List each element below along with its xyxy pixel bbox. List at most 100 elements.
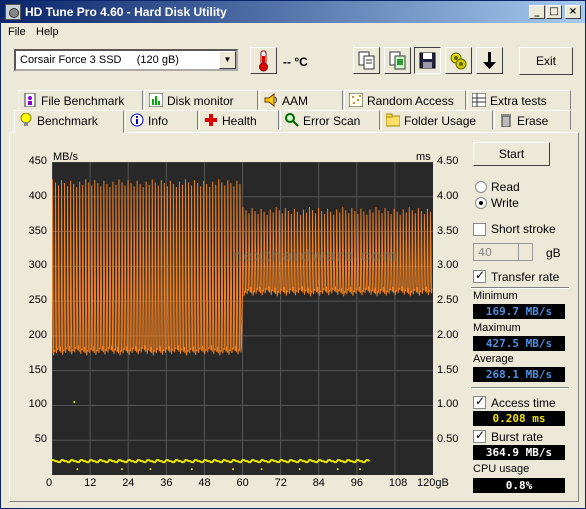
read-label: Read <box>491 180 520 194</box>
maximum-value: 427.5 MB/s <box>473 336 565 351</box>
app-window: HD Tune Pro 4.60 - Hard Disk Utility _ □… <box>0 0 586 509</box>
tab-info[interactable]: Info <box>125 110 198 130</box>
y-left-tick-label: 100 <box>28 398 47 411</box>
access-time-outlier <box>73 400 76 403</box>
short-stroke-label: Short stroke <box>491 222 556 236</box>
magnifier-icon <box>285 113 299 127</box>
transfer-rate-checkbox[interactable] <box>473 268 486 283</box>
benchmark-chart: nexthardware.com <box>51 161 433 475</box>
tab-random-access[interactable]: Random Access <box>344 90 466 110</box>
tab-label: Extra tests <box>490 94 547 108</box>
drive-select[interactable]: Corsair Force 3 SSD (120 gB) ▼ <box>14 49 238 71</box>
x-tick-label: 48 <box>198 477 211 489</box>
tab-label: Disk monitor <box>167 94 234 108</box>
access-time-point <box>76 468 79 471</box>
short-stroke-checkbox[interactable] <box>473 223 486 236</box>
minimum-label: Minimum <box>473 290 518 302</box>
copy-text-button[interactable] <box>353 47 380 74</box>
menu-help[interactable]: Help <box>36 26 59 38</box>
exit-button[interactable]: Exit <box>519 47 573 75</box>
y-left-tick-label: 250 <box>28 294 47 307</box>
disk-monitor-icon <box>149 93 163 107</box>
x-tick-label: 60 <box>236 477 249 489</box>
tab-erase[interactable]: Erase <box>494 110 571 130</box>
burst-rate-checkbox[interactable] <box>473 428 486 443</box>
access-time-point <box>231 468 234 471</box>
y-right-tick-label: 3.00 <box>437 259 459 272</box>
access-time-label: Access time <box>491 396 556 410</box>
tab-benchmark[interactable]: Benchmark <box>14 110 124 133</box>
tab-disk-monitor[interactable]: Disk monitor <box>144 90 258 110</box>
menu-bar: File Help <box>1 23 585 41</box>
tab-label: File Benchmark <box>41 94 125 108</box>
minimize-button[interactable]: _ <box>529 5 545 19</box>
spinner-arrows-icon[interactable] <box>518 244 532 260</box>
watermark-text: nexthardware.com <box>232 246 399 265</box>
random-access-icon <box>349 93 363 107</box>
thermometer-icon <box>259 50 268 72</box>
temperature-button[interactable] <box>250 47 277 74</box>
average-value: 268.1 MB/s <box>473 367 565 382</box>
transfer-rate-label: Transfer rate <box>491 270 560 284</box>
save-button[interactable] <box>414 47 441 74</box>
short-stroke-unit: gB <box>546 246 561 260</box>
file-benchmark-icon <box>24 93 36 107</box>
y-right-tick-label: 4.00 <box>437 189 459 202</box>
y-left-tick-label: 400 <box>28 189 47 202</box>
save-to-disk-button[interactable] <box>476 47 503 74</box>
start-button[interactable]: Start <box>473 142 550 166</box>
write-radio[interactable] <box>475 197 487 209</box>
y-left-tick-label: 50 <box>34 433 47 446</box>
cpu-usage-label: CPU usage <box>473 463 530 475</box>
tab-label: Random Access <box>367 94 454 108</box>
x-tick-label: 12 <box>84 477 97 489</box>
minimum-value: 169.7 MB/s <box>473 304 565 319</box>
read-radio[interactable] <box>475 181 487 193</box>
y-left-tick-label: 450 <box>28 155 47 167</box>
access-time-line <box>52 459 371 464</box>
extra-tests-icon <box>472 93 486 107</box>
tab-label: Benchmark <box>37 114 98 128</box>
short-stroke-spinner[interactable]: 40 <box>473 243 533 261</box>
tab-aam[interactable]: AAM <box>259 90 343 110</box>
tab-label: AAM <box>282 94 309 108</box>
y-right-tick-label: 2.00 <box>437 328 459 341</box>
y-right-tick-label: 4.50 <box>437 155 459 167</box>
maximize-button[interactable]: □ <box>546 5 562 19</box>
tab-error-scan[interactable]: Error Scan <box>280 110 380 130</box>
transfer-rate-line <box>51 179 433 356</box>
burst-rate-value: 364.9 MB/s <box>473 445 565 460</box>
separator <box>471 287 569 289</box>
menu-file[interactable]: File <box>8 26 26 38</box>
x-tick-label: 120gB <box>417 477 449 489</box>
download-icon <box>483 52 496 69</box>
options-icon <box>450 52 467 70</box>
close-button[interactable]: × <box>565 5 581 19</box>
tab-health[interactable]: Health <box>199 110 279 130</box>
y-left-tick-label: 300 <box>28 259 47 272</box>
access-time-checkbox[interactable] <box>473 394 486 409</box>
separator <box>471 387 569 389</box>
burst-rate-label: Burst rate <box>491 430 544 444</box>
cpu-usage-value: 0.8% <box>473 478 565 493</box>
options-button[interactable] <box>445 47 472 74</box>
y-left-tick-label: 200 <box>28 328 47 341</box>
tab-folder-usage[interactable]: Folder Usage <box>381 110 493 130</box>
chevron-down-icon[interactable]: ▼ <box>219 51 236 69</box>
copy-screen-icon <box>389 51 406 70</box>
write-label: Write <box>491 196 519 210</box>
window-title: HD Tune Pro 4.60 - Hard Disk Utility <box>25 5 227 19</box>
chart-plot <box>51 161 433 475</box>
access-time-point <box>260 468 263 471</box>
copy-screenshot-button[interactable] <box>384 47 411 74</box>
y-right-tick-label: 2.50 <box>437 294 459 307</box>
save-icon <box>419 52 436 69</box>
tab-file-benchmark[interactable]: File Benchmark <box>18 90 143 110</box>
tab-extra-tests[interactable]: Extra tests <box>467 90 571 110</box>
access-time-point <box>120 468 123 471</box>
access-time-point <box>149 468 152 471</box>
x-tick-label: 84 <box>312 477 325 489</box>
speaker-icon <box>264 93 277 107</box>
temperature-value: -- °C <box>283 55 308 69</box>
access-time-value: 0.208 ms <box>473 411 565 426</box>
